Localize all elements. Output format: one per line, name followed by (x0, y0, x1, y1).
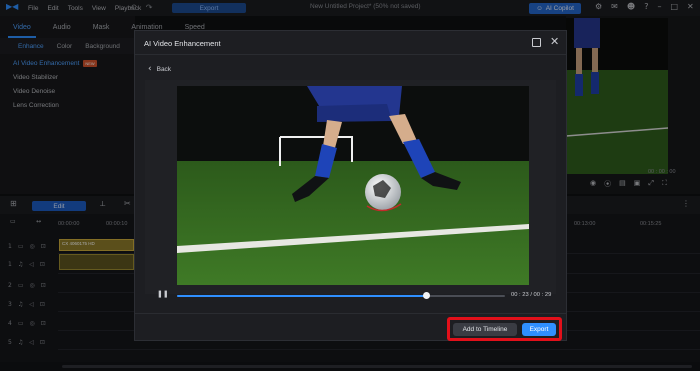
soccer-video-image (177, 86, 529, 285)
back-button[interactable]: ‹ Back (148, 64, 171, 74)
back-label: Back (156, 65, 172, 73)
seek-bar[interactable] (177, 295, 505, 297)
chevron-left-icon: ‹ (148, 64, 152, 74)
video-preview-area (145, 80, 556, 294)
pause-icon[interactable]: ❚❚ (157, 290, 169, 298)
seek-progress (177, 295, 427, 297)
ai-video-enhancement-dialog: AI Video Enhancement ✕ ‹ Back ❚❚ 00: 23… (134, 30, 567, 341)
playback-bar: ❚❚ 00 : 23 / 00 : 29 (135, 286, 566, 304)
maximize-icon[interactable] (532, 38, 541, 47)
playback-timecode: 00 : 23 / 00 : 29 (511, 292, 552, 298)
dialog-footer: Add to Timeline Export (135, 313, 566, 341)
close-icon[interactable]: ✕ (550, 35, 559, 48)
seek-handle[interactable] (422, 292, 430, 299)
export-button[interactable]: Export (522, 323, 556, 336)
video-frame (177, 86, 529, 285)
dialog-titlebar: AI Video Enhancement ✕ (135, 31, 566, 55)
add-to-timeline-button[interactable]: Add to Timeline (453, 323, 517, 336)
dialog-title: AI Video Enhancement (144, 39, 221, 48)
